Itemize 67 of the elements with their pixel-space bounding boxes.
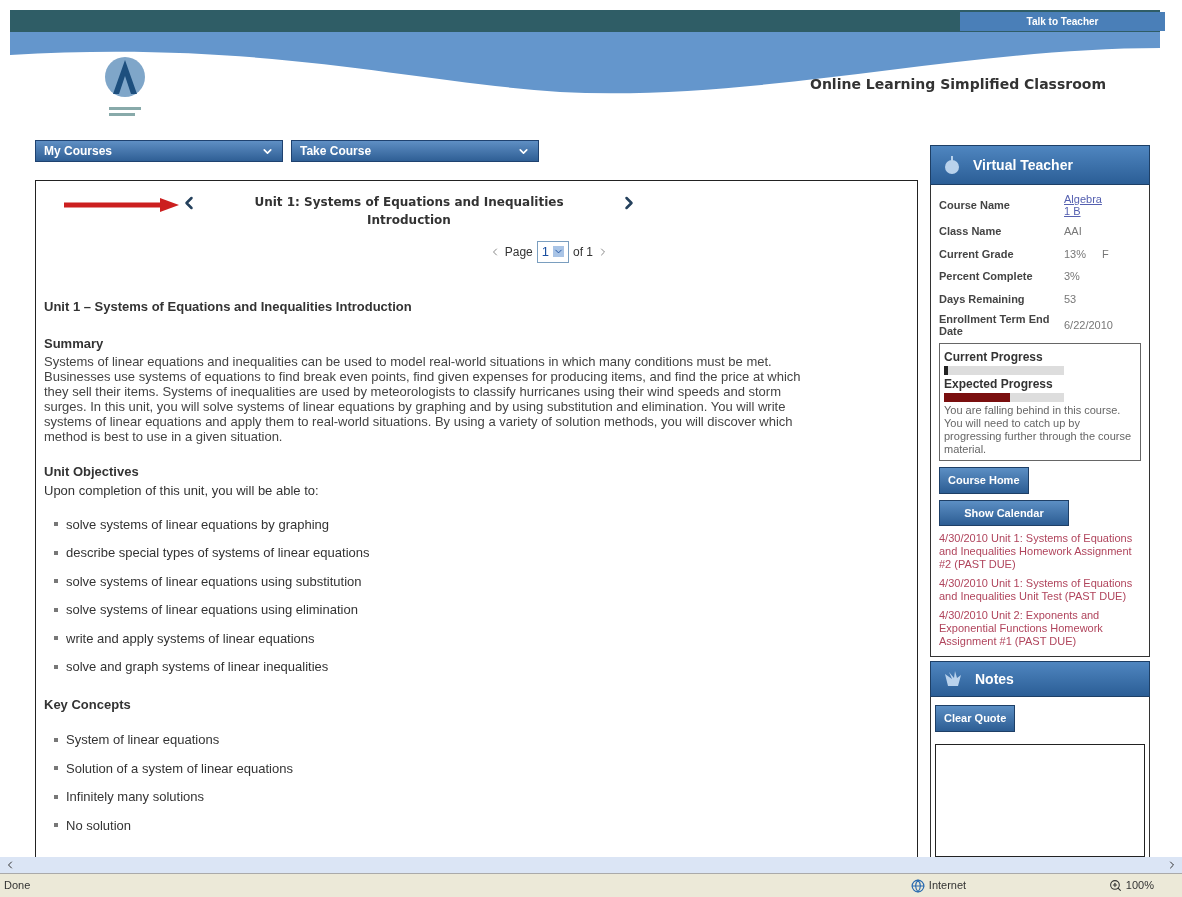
bullet-icon bbox=[54, 766, 58, 771]
concept-item: Infinitely many solutions bbox=[66, 788, 204, 806]
course-dropdown[interactable]: Take Course bbox=[291, 140, 539, 162]
site-title: Online Learning Simplified Classroom bbox=[810, 75, 1106, 94]
field-label: Current Grade bbox=[939, 247, 1015, 260]
notes-field[interactable] bbox=[935, 743, 1145, 857]
objective-item: write and apply systems of linear equations bbox=[66, 629, 315, 648]
bullet-icon bbox=[54, 636, 58, 641]
course-dropdown[interactable]: My Courses bbox=[35, 140, 283, 162]
field-label: Days Remaining bbox=[939, 292, 1026, 305]
panel-title: Notes bbox=[975, 669, 1014, 689]
objectives-intro: Upon completion of this unit, you will be able to: bbox=[44, 482, 320, 500]
objective-item: solve systems of linear equations using substitution bbox=[66, 572, 362, 591]
bullet-icon bbox=[54, 550, 58, 555]
summary-text: Systems of linear equations and inequalities can be used to model real-world situations in which many conditions must be met. Businesses use systems of equations to find break even points, find given expenses for producing items, and find the price at which they sell their items. Systems of inequalities are used by meteorologists to classify hurricanes using their wind speeds and storm surges. In this unit, you will solve systems of linear equations by graphing and by using substitution and elimination. You will write systems of linear equations and apply them to real-world situations. By using a variety of solution methods, you will discover which method is best to use in a given situation. bbox=[44, 353, 802, 444]
panel-button[interactable]: Show Calendar bbox=[939, 499, 1069, 526]
globe-icon bbox=[910, 878, 925, 893]
concept-item: System of linear equations bbox=[66, 731, 220, 749]
summary-title: Summary bbox=[44, 335, 105, 353]
panel-button[interactable]: Course Home bbox=[939, 467, 1029, 494]
bullet-icon bbox=[54, 794, 58, 799]
concept-item: No solution bbox=[66, 816, 132, 835]
apple-icon bbox=[943, 155, 961, 175]
objective-item: describe special types of systems of linear equations bbox=[66, 544, 370, 562]
zoom-icon bbox=[1108, 879, 1122, 892]
panel-title: Virtual Teacher bbox=[973, 155, 1073, 175]
zone-label: Internet bbox=[928, 878, 968, 894]
objective-item: solve systems of linear equations using elimination bbox=[66, 601, 358, 619]
bullet-icon bbox=[54, 607, 58, 612]
calendar-entry[interactable]: 4/30/2010 Unit 2: Exponents and Exponential Functions Homework Assignment #1 (PAST DUE) bbox=[939, 609, 1141, 648]
grade-letter: F bbox=[1102, 246, 1109, 262]
field-label: Course Name bbox=[939, 199, 1011, 211]
calendar-entry[interactable]: 4/30/2010 Unit 1: Systems of Equations and Inequalities Unit Test (PAST DUE) bbox=[939, 577, 1141, 603]
progress-message: You are falling behind in this course. You will need to catch up by progressing further through the course material. bbox=[944, 404, 1133, 456]
concept-item: Solution of a system of linear equations bbox=[66, 759, 293, 778]
page-total: of 1 bbox=[573, 243, 593, 261]
chevron-down-icon bbox=[553, 246, 564, 258]
calendar-entry[interactable]: 4/30/2010 Unit 1: Systems of Equations and Inequalities Homework Assignment #2 (PAST DUE) bbox=[939, 532, 1141, 571]
page-label: Page bbox=[504, 243, 533, 261]
field-value: 3% bbox=[1064, 269, 1080, 284]
progress-label: Current Progress bbox=[944, 349, 1044, 366]
page-select[interactable]: 1 bbox=[536, 241, 569, 263]
bullet-icon bbox=[54, 579, 58, 584]
field-value: 13% bbox=[1064, 246, 1087, 262]
bullet-icon bbox=[54, 823, 58, 828]
status-text: Done bbox=[4, 878, 32, 894]
progress-label: Expected Progress bbox=[944, 376, 1054, 393]
unit-heading: Unit 1 – Systems of Equations and Inequalities Introduction bbox=[44, 297, 413, 316]
unit-title: Unit 1: Systems of Equations and Inequalities Introduction bbox=[253, 194, 565, 229]
bullet-icon bbox=[54, 664, 58, 669]
field-value: 6/22/2010 bbox=[1064, 317, 1113, 333]
bullet-icon bbox=[54, 737, 58, 742]
bullet-icon bbox=[54, 522, 58, 527]
objectives-title: Unit Objectives bbox=[44, 462, 140, 481]
course-link[interactable]: Algebra 1 B bbox=[1064, 193, 1109, 217]
field-value: 53 bbox=[1064, 291, 1077, 307]
objective-item: solve and graph systems of linear inequalities bbox=[66, 658, 329, 676]
field-label: Class Name bbox=[939, 225, 1003, 238]
key-concepts-title: Key Concepts bbox=[44, 695, 132, 714]
field-label: Percent Complete bbox=[939, 270, 1034, 283]
zoom-level[interactable]: 100% bbox=[1125, 877, 1154, 894]
talk-to-teacher-tab[interactable]: Talk to Teacher bbox=[960, 12, 1165, 31]
field-value: AAI bbox=[1064, 224, 1082, 239]
objective-item: solve systems of linear equations by graphing bbox=[66, 515, 330, 534]
horizontal-scrollbar[interactable] bbox=[0, 857, 1182, 873]
field-label: Enrollment Term End Date bbox=[939, 313, 1051, 337]
panel-button[interactable]: Clear Quote bbox=[935, 705, 1016, 732]
